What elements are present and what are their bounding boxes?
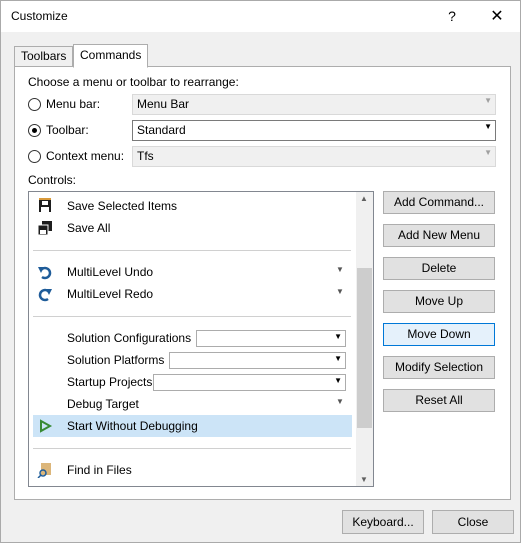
list-separator [33,316,351,317]
customize-dialog: Customize ? ✕ Toolbars Commands Choose a… [0,0,521,543]
reset-all-button[interactable]: Reset All [383,389,495,412]
controls-list[interactable]: Save Selected Items Save All MultiLevel … [28,191,374,487]
move-down-button[interactable]: Move Down [383,323,495,346]
move-up-button[interactable]: Move Up [383,290,495,313]
chevron-down-icon: ▼ [336,287,344,296]
list-separator [33,250,351,251]
keyboard-button[interactable]: Keyboard... [342,510,424,534]
context-menu-radio[interactable] [28,150,41,163]
toolbar-select[interactable]: Standard ▼ [132,120,496,141]
tab-commands[interactable]: Commands [73,44,149,68]
scroll-down-icon[interactable]: ▼ [360,475,368,484]
chevron-down-icon: ▼ [484,148,492,157]
chevron-down-icon: ▼ [336,265,344,274]
list-item-find-in-files[interactable]: Find in Files [29,459,355,481]
choose-label: Choose a menu or toolbar to rearrange: [28,75,239,89]
list-item-label: MultiLevel Redo [67,287,154,301]
list-item-label: Startup Projects [67,375,153,389]
list-item-start-without-debugging[interactable]: Start Without Debugging [33,415,352,437]
context-menu-label: Context menu: [46,149,125,163]
chevron-down-icon: ▼ [336,397,344,406]
chevron-down-icon: ▼ [334,332,342,341]
controls-label: Controls: [28,173,77,187]
list-item-debug-target[interactable]: Debug Target ▼ [29,393,355,415]
list-item-label: Save All [67,221,111,235]
controls-scrollbar[interactable]: ▲ ▼ [356,192,373,486]
context-menu-select[interactable]: Tfs ▼ [132,146,496,167]
scroll-up-icon[interactable]: ▲ [360,194,368,203]
tab-toolbars[interactable]: Toolbars [14,46,74,66]
add-command-button[interactable]: Add Command... [383,191,495,214]
menu-bar-label: Menu bar: [46,97,101,111]
menu-bar-value: Menu Bar [137,97,190,111]
delete-button[interactable]: Delete [383,257,495,280]
chevron-down-icon: ▼ [334,354,342,363]
startup-projects-combo: ▼ [153,374,346,391]
list-item-save-all[interactable]: Save All [29,217,355,239]
modify-selection-button[interactable]: Modify Selection [383,356,495,379]
context-menu-value: Tfs [137,149,154,163]
chevron-down-icon: ▼ [484,96,492,105]
list-item-solution-configurations[interactable]: Solution Configurations ▼ [29,327,355,349]
solution-configurations-combo: ▼ [196,330,346,347]
list-item-label: Solution Platforms [67,353,165,367]
close-button[interactable]: Close [432,510,514,534]
redo-icon [37,286,53,302]
play-icon [37,418,53,434]
commands-panel: Choose a menu or toolbar to rearrange: M… [14,66,511,500]
chevron-down-icon: ▼ [484,122,492,131]
menu-bar-select[interactable]: Menu Bar ▼ [132,94,496,115]
list-separator [33,448,351,449]
list-item-label: Start Without Debugging [67,419,198,433]
list-item-label: Solution Configurations [67,331,192,345]
scrollbar-thumb[interactable] [357,268,372,428]
save-all-icon [37,220,53,236]
chevron-down-icon: ▼ [334,376,342,385]
add-new-menu-button[interactable]: Add New Menu [383,224,495,247]
undo-icon [37,264,53,280]
list-item-label: MultiLevel Undo [67,265,154,279]
help-icon[interactable]: ? [429,1,475,32]
close-icon[interactable]: ✕ [474,1,520,32]
list-item-multilevel-undo[interactable]: MultiLevel Undo ▼ [29,261,355,283]
list-item-label: Debug Target [67,397,139,411]
solution-platforms-combo: ▼ [169,352,346,369]
list-item-label: Save Selected Items [67,199,178,213]
title-bar: Customize ? ✕ [1,1,520,32]
toolbar-value: Standard [137,123,186,137]
list-item-save-selected[interactable]: Save Selected Items [29,195,355,217]
dialog-title: Customize [11,9,68,23]
toolbar-label: Toolbar: [46,123,89,137]
menu-bar-radio[interactable] [28,98,41,111]
find-in-files-icon [37,462,53,479]
toolbar-radio[interactable] [28,124,41,137]
list-item-startup-projects[interactable]: Startup Projects ▼ [29,371,355,393]
list-item-multilevel-redo[interactable]: MultiLevel Redo ▼ [29,283,355,305]
list-item-solution-platforms[interactable]: Solution Platforms ▼ [29,349,355,371]
save-icon [37,198,53,214]
list-item-label: Find in Files [67,463,132,477]
